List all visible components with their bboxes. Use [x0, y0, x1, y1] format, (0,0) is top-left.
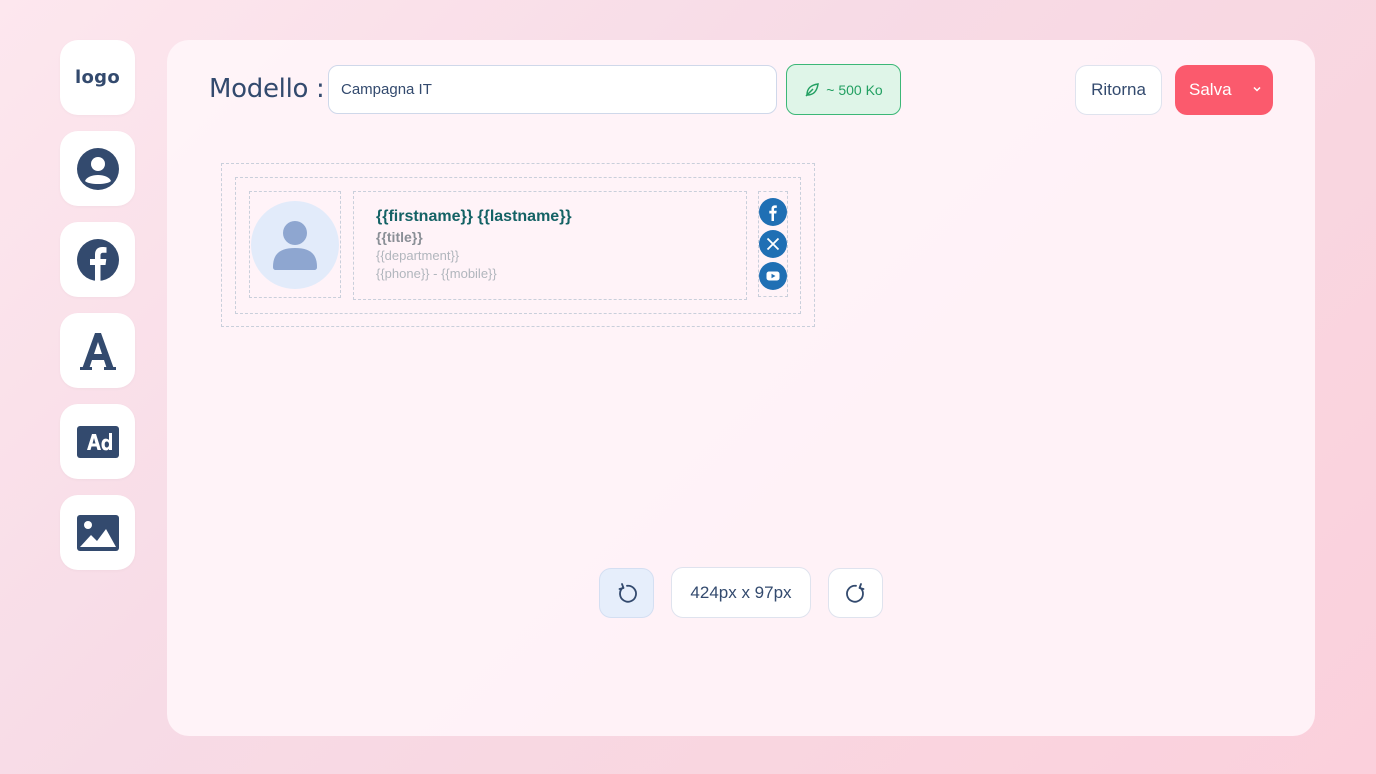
- signature-department: {{department}}: [376, 248, 460, 263]
- sidebar-item-font[interactable]: [60, 313, 135, 388]
- avatar-cell[interactable]: [249, 191, 341, 298]
- signature-title: {{title}}: [376, 229, 423, 245]
- sidebar-item-ad[interactable]: [60, 404, 135, 479]
- facebook-icon: [76, 238, 119, 281]
- youtube-icon[interactable]: [759, 262, 787, 290]
- sidebar-item-profile[interactable]: [60, 131, 135, 206]
- person-placeholder-icon: [273, 220, 317, 270]
- logo-label: logo: [75, 67, 120, 88]
- leaf-icon: [805, 82, 820, 97]
- signature-canvas[interactable]: {{firstname}} {{lastname}} {{title}} {{d…: [221, 163, 815, 327]
- image-icon: [76, 514, 119, 551]
- editor-panel: Modello : ~ 500 Ko Ritorna Salva: [167, 40, 1315, 736]
- facebook-glyph: [769, 205, 777, 221]
- undo-button[interactable]: [599, 568, 654, 618]
- youtube-glyph: [766, 271, 780, 281]
- return-button[interactable]: Ritorna: [1075, 65, 1162, 115]
- redo-button[interactable]: [828, 568, 883, 618]
- sidebar-item-social[interactable]: [60, 222, 135, 297]
- undo-icon: [618, 583, 637, 603]
- font-icon: [79, 332, 116, 370]
- signature-phone: {{phone}} - {{mobile}}: [376, 266, 497, 281]
- chevron-down-icon[interactable]: [1251, 83, 1263, 95]
- sidebar: logo: [60, 40, 135, 570]
- signature-text-cell[interactable]: {{firstname}} {{lastname}} {{title}} {{d…: [353, 191, 747, 300]
- social-icons-cell[interactable]: [758, 191, 788, 297]
- ad-icon: [76, 425, 119, 458]
- save-button-label: Salva: [1189, 80, 1232, 99]
- logo[interactable]: logo: [60, 40, 135, 115]
- size-badge: ~ 500 Ko: [786, 64, 901, 115]
- facebook-icon[interactable]: [759, 198, 787, 226]
- dimensions-display: 424px x 97px: [671, 567, 811, 618]
- signature-name: {{firstname}} {{lastname}}: [376, 208, 572, 225]
- avatar: [251, 200, 339, 289]
- sidebar-item-image[interactable]: [60, 495, 135, 570]
- user-icon: [76, 147, 119, 190]
- signature-row[interactable]: {{firstname}} {{lastname}} {{title}} {{d…: [235, 177, 801, 314]
- x-glyph: [766, 237, 780, 251]
- x-icon[interactable]: [759, 230, 787, 258]
- page-title: Modello :: [209, 74, 325, 104]
- redo-icon: [845, 583, 864, 603]
- size-badge-label: ~ 500 Ko: [826, 81, 883, 98]
- model-name-input[interactable]: [328, 65, 777, 114]
- save-button[interactable]: Salva: [1175, 65, 1273, 115]
